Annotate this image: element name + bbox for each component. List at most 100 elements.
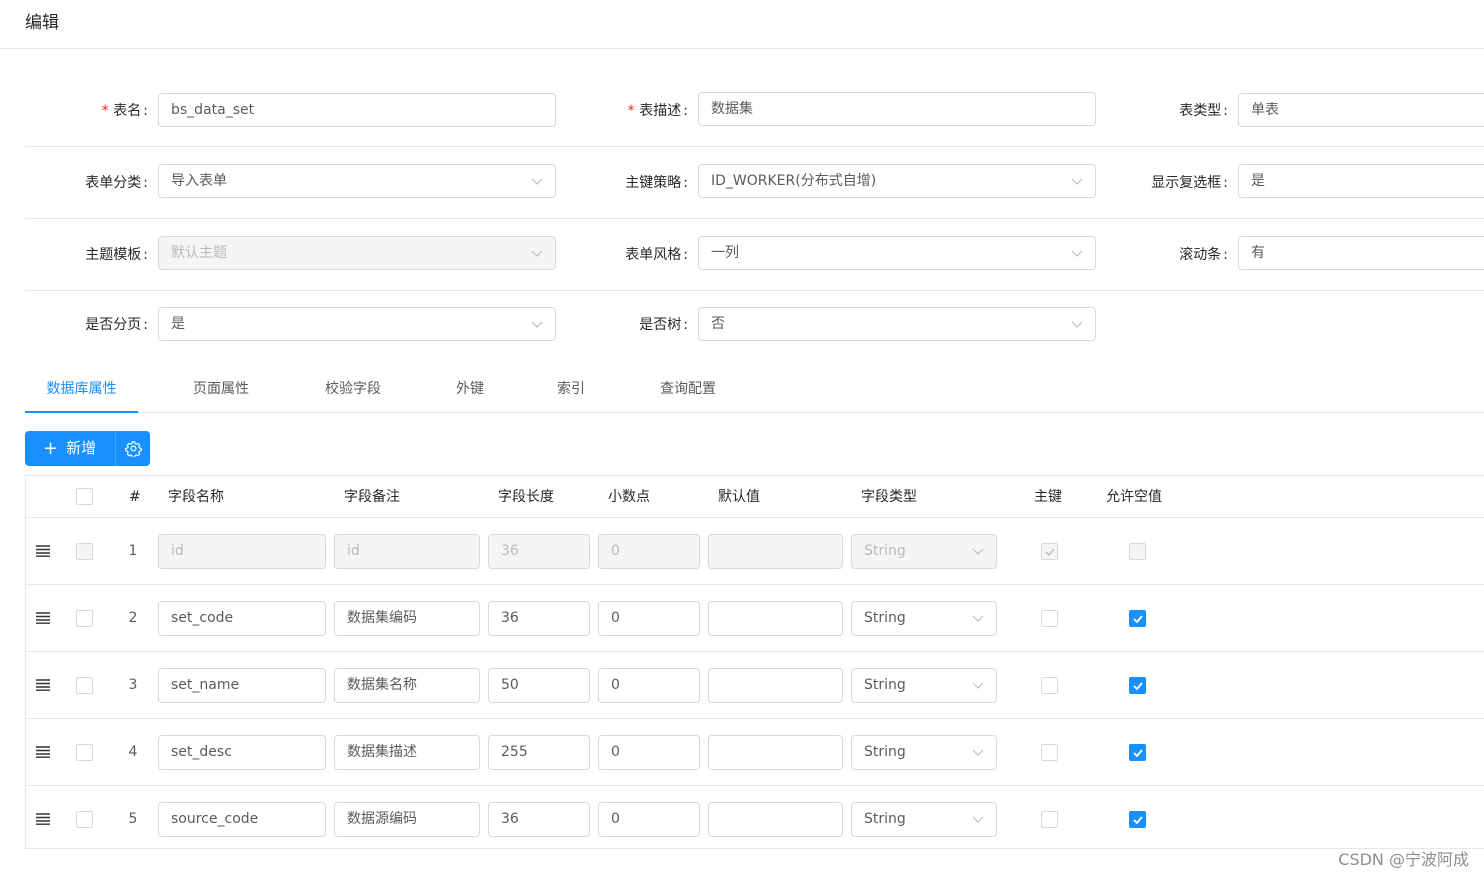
tab-active-indicator: [25, 411, 138, 413]
row-checkbox[interactable]: [76, 811, 93, 828]
chevron-down-icon: [1071, 175, 1083, 187]
decimal-input[interactable]: 0: [598, 735, 700, 770]
drag-handle-icon[interactable]: [36, 545, 50, 557]
column-header-field-type: 字段类型: [861, 489, 917, 505]
field-name-input[interactable]: set_name: [158, 668, 326, 703]
table-name-input[interactable]: bs_data_set: [158, 93, 556, 127]
table-type-select[interactable]: 单表: [1238, 93, 1484, 127]
field-type-select[interactable]: String: [851, 735, 997, 770]
row-number: 2: [128, 610, 138, 626]
field-length-input: 36: [488, 534, 590, 569]
form-style-select[interactable]: 一列: [698, 236, 1096, 270]
tab-validation-fields[interactable]: 校验字段: [307, 368, 399, 413]
paginate-select[interactable]: 是: [158, 307, 556, 341]
pk-strategy-label: 主键策略: [625, 175, 682, 191]
row-number: 3: [128, 677, 138, 693]
theme-template-select: 默认主题: [158, 236, 556, 270]
chevron-down-icon: [972, 813, 984, 825]
column-header-default: 默认值: [718, 489, 760, 505]
row-checkbox[interactable]: [76, 677, 93, 694]
field-length-input[interactable]: 255: [488, 735, 590, 770]
primary-key-checkbox[interactable]: [1041, 744, 1058, 761]
field-type-value: String: [864, 543, 906, 559]
field-type-select[interactable]: String: [851, 802, 997, 837]
nullable-checkbox[interactable]: [1129, 744, 1146, 761]
field-length-input[interactable]: 36: [488, 601, 590, 636]
chevron-down-icon: [1071, 318, 1083, 330]
field-length-input[interactable]: 36: [488, 802, 590, 837]
primary-key-checkbox[interactable]: [1041, 610, 1058, 627]
drag-handle-icon[interactable]: [36, 679, 50, 691]
form-category-select[interactable]: 导入表单: [158, 164, 556, 198]
page-title: 编辑: [25, 13, 59, 33]
tab-page-properties[interactable]: 页面属性: [175, 368, 267, 413]
form-row-2: 表单分类: 导入表单 主键策略: ID_WORKER(分布式自增) 显示复选框:…: [25, 147, 1484, 219]
field-type-select[interactable]: String: [851, 601, 997, 636]
decimal-input[interactable]: 0: [598, 601, 700, 636]
form-style-value: 一列: [711, 245, 739, 261]
nullable-checkbox[interactable]: [1129, 610, 1146, 627]
nullable-checkbox[interactable]: [1129, 811, 1146, 828]
column-header-index: #: [129, 489, 141, 505]
form-category-label: 表单分类: [85, 175, 142, 191]
drag-handle-icon[interactable]: [36, 612, 50, 624]
drag-handle-icon[interactable]: [36, 746, 50, 758]
tab-indexes[interactable]: 索引: [546, 368, 596, 413]
row-checkbox[interactable]: [76, 610, 93, 627]
row-checkbox[interactable]: [76, 744, 93, 761]
show-checkbox-label: 显示复选框: [1151, 175, 1222, 191]
form-style-label: 表单风格: [625, 247, 682, 263]
tab-query-config[interactable]: 查询配置: [642, 368, 734, 413]
table-desc-input[interactable]: 数据集: [698, 92, 1096, 126]
check-icon: [1133, 615, 1143, 624]
primary-key-checkbox[interactable]: [1041, 811, 1058, 828]
theme-template-value: 默认主题: [171, 245, 227, 261]
field-name-input[interactable]: set_desc: [158, 735, 326, 770]
pk-strategy-select[interactable]: ID_WORKER(分布式自增): [698, 164, 1096, 198]
field-comment-input[interactable]: 数据集编码: [334, 601, 480, 636]
field-type-value: String: [864, 744, 906, 760]
is-tree-select[interactable]: 否: [698, 307, 1096, 341]
add-button[interactable]: + 新增: [25, 431, 115, 466]
row-checkbox[interactable]: [76, 543, 93, 560]
primary-key-checkbox[interactable]: [1041, 677, 1058, 694]
column-header-field-comment: 字段备注: [344, 489, 400, 505]
field-comment-input[interactable]: 数据源编码: [334, 802, 480, 837]
field-type-value: String: [864, 811, 906, 827]
tab-db-properties[interactable]: 数据库属性: [25, 368, 138, 413]
table-row: 3 set_name 数据集名称 50 0 String: [26, 652, 1484, 719]
default-value-input[interactable]: [708, 802, 843, 837]
table-desc-label: 表描述: [639, 103, 682, 119]
decimal-input[interactable]: 0: [598, 802, 700, 837]
field-name-input[interactable]: source_code: [158, 802, 326, 837]
decimal-input[interactable]: 0: [598, 668, 700, 703]
column-header-field-length: 字段长度: [498, 489, 554, 505]
field-type-select: String: [851, 534, 997, 569]
row-number: 1: [128, 543, 138, 559]
default-value-input[interactable]: [708, 601, 843, 636]
settings-button[interactable]: [115, 431, 150, 466]
tab-bar: 数据库属性 页面属性 校验字段 外键 索引 查询配置: [25, 368, 1484, 413]
chevron-down-icon: [972, 545, 984, 557]
gear-icon: [125, 441, 142, 457]
nullable-checkbox[interactable]: [1129, 677, 1146, 694]
field-comment-input[interactable]: 数据集名称: [334, 668, 480, 703]
select-all-checkbox[interactable]: [76, 488, 93, 505]
field-comment-input[interactable]: 数据集描述: [334, 735, 480, 770]
tab-foreign-keys[interactable]: 外键: [445, 368, 495, 413]
default-value-input[interactable]: [708, 735, 843, 770]
field-name-input[interactable]: set_code: [158, 601, 326, 636]
table-row: 4 set_desc 数据集描述 255 0 String: [26, 719, 1484, 786]
field-length-input[interactable]: 50: [488, 668, 590, 703]
decimal-input: 0: [598, 534, 700, 569]
default-value-input[interactable]: [708, 668, 843, 703]
scrollbar-label: 滚动条: [1179, 247, 1222, 263]
chevron-down-icon: [531, 175, 543, 187]
field-type-select[interactable]: String: [851, 668, 997, 703]
scrollbar-select[interactable]: 有: [1238, 236, 1484, 270]
default-value-input: [708, 534, 843, 569]
chevron-down-icon: [972, 679, 984, 691]
drag-handle-icon[interactable]: [36, 813, 50, 825]
show-checkbox-select[interactable]: 是: [1238, 164, 1484, 198]
chevron-down-icon: [531, 318, 543, 330]
